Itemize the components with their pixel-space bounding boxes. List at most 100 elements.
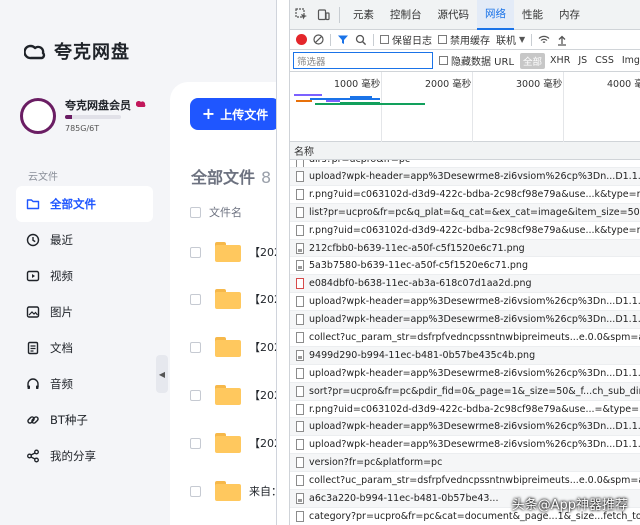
timeline-request-bar — [350, 96, 372, 98]
file-checkbox[interactable] — [190, 246, 201, 258]
resource-type-filter[interactable]: 全部 — [520, 52, 546, 69]
filter-icon[interactable] — [337, 34, 349, 46]
sidebar-item-recent[interactable]: 最近 — [16, 222, 153, 258]
request-name: upload?wpk-header=app%3Desewrme8-zi6vsio… — [309, 296, 640, 308]
inspect-element-button[interactable] — [290, 0, 312, 30]
devtools-tab[interactable]: 源代码 — [430, 0, 478, 30]
throttling-select[interactable]: 联机 ▼ — [496, 32, 525, 47]
request-row[interactable]: 212cfbb0-b639-11ec-a50f-c5f1520e6c71.png — [290, 239, 640, 258]
file-row[interactable]: 【202 — [190, 433, 281, 453]
disable-cache-checkbox[interactable] — [438, 35, 447, 44]
resource-type-filter[interactable]: JS — [575, 55, 590, 66]
resource-type-filter[interactable]: Img — [619, 55, 640, 66]
file-checkbox[interactable] — [190, 437, 201, 449]
file-row[interactable]: 来自： — [190, 481, 282, 501]
hide-data-urls-toggle[interactable]: 隐藏数据 URL — [439, 53, 514, 68]
file-checkbox[interactable] — [190, 293, 201, 305]
request-row[interactable]: upload?wpk-header=app%3Desewrme8-zi6vsio… — [290, 436, 640, 455]
file-row[interactable]: 【202 — [190, 385, 281, 405]
vip-badge-icon — [136, 101, 146, 108]
share-icon — [27, 449, 39, 463]
network-filter-bar: 筛选器 隐藏数据 URL 全部 XHR JS CSS Img — [290, 50, 640, 72]
devtools-tabs: 元素 控制台 源代码 网络 性能 内存 — [345, 0, 588, 30]
wifi-icon[interactable] — [538, 34, 550, 46]
file-row[interactable]: 【202 — [190, 289, 281, 309]
resource-type-filters: 全部 XHR JS CSS Img — [520, 52, 640, 69]
devtools-tab[interactable]: 性能 — [514, 0, 551, 30]
request-row[interactable]: dirs?pr=ucpro&fr=pc — [290, 160, 640, 168]
member-name[interactable]: 夸克网盘会员 — [65, 97, 131, 113]
request-row[interactable]: collect?uc_param_str=dsfrpfvedncpssntnwb… — [290, 472, 640, 491]
upload-file-button[interactable]: + 上传文件 — [190, 98, 280, 130]
sidebar-item-documents[interactable]: 文档 — [16, 330, 153, 366]
sidebar-item-bt-torrent[interactable]: BT种子 — [16, 402, 153, 438]
hide-data-urls-checkbox[interactable] — [439, 56, 448, 65]
upload-icon[interactable] — [556, 34, 568, 46]
sidebar-item-all-files[interactable]: 全部文件 — [16, 186, 153, 222]
preserve-log-checkbox[interactable] — [380, 35, 389, 44]
request-row[interactable]: sort?pr=ucpro&fr=pc&pdir_fid=0&_page=1&_… — [290, 382, 640, 401]
sidebar-item-my-shares[interactable]: 我的分享 — [16, 438, 153, 474]
request-row[interactable]: r.png?uid=c063102d-d3d9-422c-bdba-2c98cf… — [290, 186, 640, 204]
devtools-tab-bar: 元素 控制台 源代码 网络 性能 内存 — [290, 0, 640, 30]
sidebar-item-audio[interactable]: 音频 — [16, 366, 153, 402]
request-row[interactable]: 9499d290-b994-11ec-b481-0b57be435c4b.png — [290, 346, 640, 365]
document-file-icon — [296, 206, 304, 218]
timeline-request-bar — [315, 103, 425, 105]
timeline-request-bar — [326, 100, 340, 102]
sidebar-collapse-handle[interactable]: ◀ — [156, 355, 168, 393]
headphones-icon — [27, 378, 39, 389]
request-name: 9499d290-b994-11ec-b481-0b57be435c4b.png — [309, 349, 536, 361]
devtools-tab[interactable]: 网络 — [477, 0, 514, 30]
document-file-icon — [296, 160, 304, 167]
watermark-text: 头条@App神器推荐 — [511, 498, 628, 513]
devtools-tab[interactable]: 元素 — [345, 0, 382, 30]
request-row[interactable]: 5a3b7580-b639-11ec-a50f-c5f1520e6c71.png — [290, 257, 640, 276]
file-row[interactable]: 【202 — [190, 242, 281, 262]
sidebar-item-images[interactable]: 图片 — [16, 294, 153, 330]
sidebar-item-label: 图片 — [50, 305, 73, 319]
device-toggle-button[interactable] — [312, 0, 334, 30]
storage-bar-fill — [65, 115, 73, 119]
avatar[interactable] — [20, 98, 56, 134]
request-row[interactable]: upload?wpk-header=app%3Desewrme8-zi6vsio… — [290, 293, 640, 312]
request-row[interactable]: r.png?uid=c063102d-d3d9-422c-bdba-2c98cf… — [290, 222, 640, 240]
preserve-log-label: 保留日志 — [392, 36, 432, 47]
upload-button-label: 上传文件 — [220, 107, 269, 122]
filter-input[interactable]: 筛选器 — [293, 52, 433, 69]
pane-divider[interactable] — [276, 0, 289, 525]
search-icon[interactable] — [355, 34, 367, 46]
column-header-filename[interactable]: 文件名 — [209, 204, 242, 220]
request-row[interactable]: upload?wpk-header=app%3Desewrme8-zi6vsio… — [290, 311, 640, 330]
file-checkbox[interactable] — [190, 485, 201, 497]
request-row[interactable]: collect?uc_param_str=dsfrpfvedncpssntnwb… — [290, 329, 640, 347]
devtools-tab[interactable]: 内存 — [551, 0, 588, 30]
network-timeline-overview[interactable]: 1000 毫秒 2000 毫秒 3000 毫秒 4000 毫秒 — [290, 72, 640, 142]
folder-icon — [215, 433, 241, 453]
sidebar-item-video[interactable]: 视频 — [16, 258, 153, 294]
image-file-icon — [296, 349, 304, 361]
timeline-tick-label: 1000 毫秒 — [334, 79, 381, 90]
file-checkbox[interactable] — [190, 389, 201, 401]
logo[interactable]: 夸克网盘 — [24, 38, 130, 64]
request-row[interactable]: version?fr=pc&platform=pc — [290, 454, 640, 473]
clear-icon[interactable] — [313, 34, 324, 45]
record-button[interactable] — [296, 34, 307, 45]
request-row[interactable]: upload?wpk-header=app%3Desewrme8-zi6vsio… — [290, 418, 640, 437]
request-list-header[interactable]: 名称 — [290, 142, 640, 160]
file-checkbox[interactable] — [190, 341, 201, 353]
request-row[interactable]: r.png?uid=c063102d-d3d9-422c-bdba-2c98cf… — [290, 401, 640, 419]
devtools-tab[interactable]: 控制台 — [382, 0, 430, 30]
file-row[interactable]: 【202 — [190, 337, 281, 357]
request-row[interactable]: e084dbf0-b638-11ec-ab3a-618c07d1aa2d.png — [290, 275, 640, 294]
request-row[interactable]: upload?wpk-header=app%3Desewrme8-zi6vsio… — [290, 365, 640, 383]
preserve-log-toggle[interactable]: 保留日志 — [380, 32, 432, 47]
cursor-select-icon — [294, 8, 307, 20]
resource-type-filter[interactable]: CSS — [592, 55, 617, 66]
resource-type-filter[interactable]: XHR — [547, 55, 573, 66]
device-icon — [317, 9, 330, 21]
request-row[interactable]: upload?wpk-header=app%3Desewrme8-zi6vsio… — [290, 168, 640, 186]
disable-cache-toggle[interactable]: 禁用缓存 — [438, 32, 490, 47]
select-all-checkbox[interactable] — [190, 206, 201, 218]
request-row[interactable]: list?pr=ucpro&fr=pc&q_plat=&q_cat=&ex_ca… — [290, 203, 640, 222]
